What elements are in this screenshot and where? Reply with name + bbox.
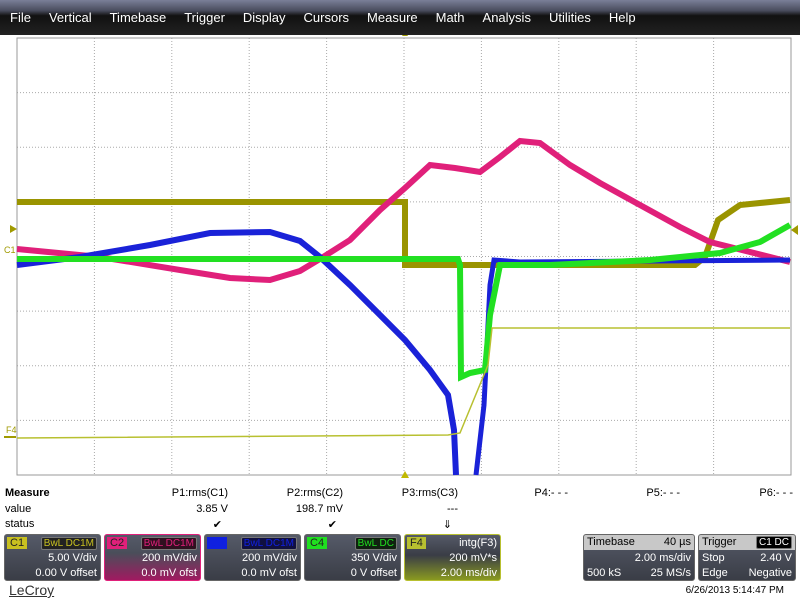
measure-param-status: ✔ — [212, 519, 222, 531]
sample-rate: 25 MS/s — [650, 567, 691, 579]
measure-param-value: 198.7 mV — [295, 503, 343, 515]
menu-analysis[interactable]: Analysis — [483, 10, 531, 25]
channel-c2-descriptor[interactable]: C2 BwL DC1M 200 mV/div 0.0 mV ofst — [104, 534, 201, 581]
measure-param-value: 3.85 V — [196, 503, 228, 515]
math-scale: 200 mV*s — [449, 552, 497, 564]
menu-cursors[interactable]: Cursors — [304, 10, 350, 25]
channel-id: C2 — [107, 537, 128, 549]
measure-param-value: --- — [447, 503, 458, 515]
channel-id: C4 — [307, 537, 328, 549]
menu-help[interactable]: Help — [609, 10, 636, 25]
menu-timebase[interactable]: Timebase — [110, 10, 167, 25]
channel-offset: 0 V offset — [350, 567, 397, 579]
measure-title: Measure — [5, 487, 50, 499]
measure-param-name[interactable]: P3:rms(C3) — [402, 487, 458, 499]
math-id: F4 — [407, 537, 426, 549]
trigger-coupling: DC — [774, 537, 789, 548]
channel-offset: 0.0 mV ofst — [241, 567, 297, 579]
measure-value-label: value — [5, 503, 32, 515]
math-f4-descriptor[interactable]: F4 intg(F3) 200 mV*s 2.00 ms/div — [404, 534, 501, 581]
coupling-badge: DC1M — [165, 538, 194, 549]
trigger-type: Edge — [702, 567, 728, 579]
coupling-badge: DC — [379, 538, 394, 549]
channel-id: C3 — [207, 537, 228, 549]
menu-bar: File Vertical Timebase Trigger Display C… — [0, 0, 800, 35]
measure-param-name[interactable]: P6:- - - — [759, 487, 793, 499]
measure-param-name[interactable]: P5:- - - — [646, 487, 680, 499]
measure-param-name[interactable]: P1:rms(C1) — [172, 487, 228, 499]
channel-offset: 0.00 V offset — [35, 567, 97, 579]
channel-badges: BwL DC — [354, 537, 397, 550]
trigger-label: Trigger — [702, 536, 737, 548]
trigger-level: 2.40 V — [760, 552, 792, 564]
trigger-descriptor[interactable]: Trigger C1 DC Stop 2.40 V Edge Negative — [698, 534, 796, 581]
waveform-display[interactable]: C1 F4 — [0, 35, 800, 485]
channel-c1-descriptor[interactable]: C1 BwL DC1M 5.00 V/div 0.00 V offset — [4, 534, 101, 581]
coupling-badge: DC1M — [265, 538, 294, 549]
channel-id: C1 — [7, 537, 28, 549]
measure-status-label: status — [5, 518, 35, 530]
bandwidth-badge: BwL — [143, 538, 163, 549]
trigger-slope: Negative — [748, 567, 792, 579]
f4-marker-label: F4 — [6, 425, 17, 435]
trigger-mode: Stop — [702, 552, 725, 564]
menu-file[interactable]: File — [10, 10, 31, 25]
math-time-scale: 2.00 ms/div — [440, 567, 497, 579]
menu-trigger[interactable]: Trigger — [184, 10, 225, 25]
sample-count: 500 kS — [587, 567, 622, 579]
timebase-label: Timebase — [587, 536, 635, 548]
bandwidth-badge: BwL — [243, 538, 263, 549]
trigger-level-marker[interactable] — [791, 225, 798, 235]
channel-scale: 200 mV/div — [141, 552, 197, 564]
math-function: intg(F3) — [459, 537, 497, 549]
trigger-position-marker-top[interactable] — [402, 35, 408, 36]
measure-param-name[interactable]: P4:- - - — [534, 487, 568, 499]
menu-vertical[interactable]: Vertical — [49, 10, 92, 25]
menu-math[interactable]: Math — [436, 10, 465, 25]
measure-param-name[interactable]: P2:rms(C2) — [287, 487, 343, 499]
channel-badges: BwL DC1M — [140, 537, 197, 550]
channel-c3-descriptor[interactable]: C3 BwL DC1M 200 mV/div 0.0 mV ofst — [204, 534, 301, 581]
timebase-descriptor[interactable]: Timebase 40 µs 2.00 ms/div 500 kS 25 MS/… — [583, 534, 695, 581]
measure-param-status: ⇓ — [442, 519, 452, 531]
menu-utilities[interactable]: Utilities — [549, 10, 591, 25]
bandwidth-badge: BwL — [357, 538, 377, 549]
channel-scale: 5.00 V/div — [48, 552, 97, 564]
channel-marker-label: C1 — [4, 245, 16, 255]
timestamp: 6/26/2013 5:14:47 PM — [685, 585, 784, 596]
trace-c3 — [16, 228, 459, 476]
lecroy-logo: LeCroy — [9, 582, 55, 598]
timebase-delay: 40 µs — [663, 536, 691, 548]
trace-c3-recovery — [473, 257, 791, 476]
c1-ground-marker[interactable] — [10, 225, 17, 233]
bandwidth-badge: BwL — [43, 538, 63, 549]
menu-measure[interactable]: Measure — [367, 10, 418, 25]
trigger-badges: C1 DC — [755, 536, 792, 549]
measure-param-status: ✔ — [327, 519, 337, 531]
timebase-scale: 2.00 ms/div — [634, 552, 691, 564]
channel-scale: 200 mV/div — [241, 552, 297, 564]
channel-badges: BwL DC1M — [40, 537, 97, 550]
channel-badges: BwL DC1M — [240, 537, 297, 550]
menu-display[interactable]: Display — [243, 10, 286, 25]
channel-scale: 350 V/div — [351, 552, 397, 564]
coupling-badge: DC1M — [65, 538, 94, 549]
channel-c4-descriptor[interactable]: C4 BwL DC 350 V/div 0 V offset — [304, 534, 401, 581]
trigger-source: C1 — [758, 537, 772, 548]
channel-offset: 0.0 mV ofst — [141, 567, 197, 579]
